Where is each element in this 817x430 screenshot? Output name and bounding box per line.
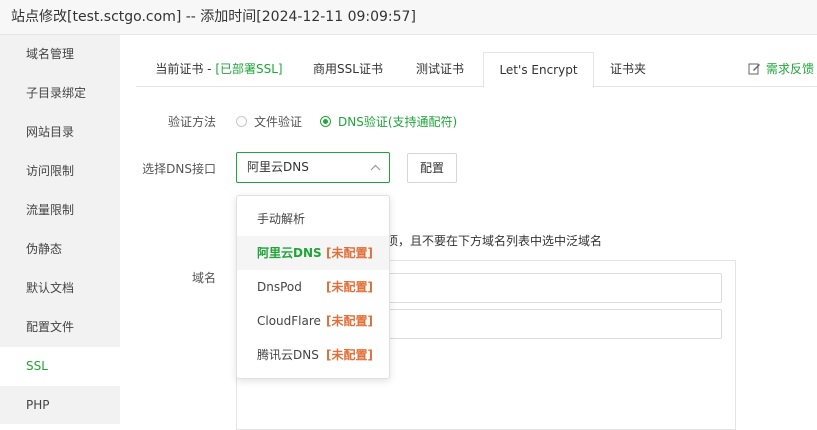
window-title: 站点修改[test.sctgo.com] -- 添加时间[2024-12-11 … <box>0 0 817 35</box>
unconfigured-badge: [未配置] <box>326 348 373 362</box>
sidebar-item-default-document[interactable]: 默认文档 <box>0 269 120 308</box>
dns-option-label: 腾讯云DNS <box>257 348 319 362</box>
dns-select[interactable]: 阿里云DNS <box>236 152 390 183</box>
radio-dot-checked <box>320 116 331 127</box>
sidebar-item-ssl[interactable]: SSL <box>0 347 120 386</box>
tab-letsencrypt[interactable]: Let's Encrypt <box>483 52 594 88</box>
tab-current-cert-label: 当前证书 - <box>155 62 216 76</box>
verify-method-label: 验证方法 <box>167 115 216 129</box>
dns-option-cloudflare[interactable]: CloudFlare [未配置] <box>237 304 389 338</box>
dns-interface-label: 选择DNS接口 <box>142 162 216 176</box>
dns-dropdown: 手动解析 阿里云DNS [未配置] DnsPod [未配置] CloudFlar… <box>236 195 390 379</box>
radio-dns-verify[interactable]: DNS验证(支持通配符) <box>320 113 457 130</box>
unconfigured-badge: [未配置] <box>326 280 373 294</box>
tab-commercial-ssl[interactable]: 商用SSL证书 <box>298 52 398 87</box>
dns-option-aliyun[interactable]: 阿里云DNS [未配置] <box>237 236 389 270</box>
dns-option-manual[interactable]: 手动解析 <box>237 202 389 236</box>
tab-test-cert[interactable]: 测试证书 <box>400 52 480 87</box>
radio-file-verify-label: 文件验证 <box>254 115 303 129</box>
dns-config-button[interactable]: 配置 <box>407 153 457 183</box>
dns-option-label: 阿里云DNS <box>257 246 322 260</box>
sidebar: 域名管理 子目录绑定 网站目录 访问限制 流量限制 伪静态 默认文档 配置文件 … <box>0 35 120 424</box>
radio-file-verify[interactable]: 文件验证 <box>236 113 302 130</box>
sidebar-item-traffic-limit[interactable]: 流量限制 <box>0 191 120 230</box>
domain-row-input[interactable] <box>374 309 722 339</box>
feedback-label: 需求反馈 <box>766 62 815 76</box>
sidebar-item-access-restriction[interactable]: 访问限制 <box>0 152 120 191</box>
dns-select-value: 阿里云DNS <box>247 160 309 174</box>
wildcard-note: 此项，且不要在下方域名列表中选中泛域名 <box>374 234 603 248</box>
ssl-tabs: 当前证书 - [已部署SSL] 商用SSL证书 测试证书 Let's Encry… <box>136 52 817 88</box>
sidebar-item-php[interactable]: PHP <box>0 386 120 425</box>
sidebar-item-site-directory[interactable]: 网站目录 <box>0 113 120 152</box>
tab-cert-folder[interactable]: 证书夹 <box>598 52 658 87</box>
dns-option-label: DnsPod <box>257 280 302 294</box>
unconfigured-badge: [未配置] <box>326 246 373 260</box>
ssl-deployed-badge: [已部署SSL] <box>215 62 283 76</box>
sidebar-item-domain-management[interactable]: 域名管理 <box>0 35 120 74</box>
sidebar-item-subdirectory-binding[interactable]: 子目录绑定 <box>0 74 120 113</box>
domain-row-input[interactable] <box>374 273 722 303</box>
radio-dot <box>236 116 247 127</box>
domain-label: 域名 <box>191 271 216 285</box>
radio-dns-verify-label: DNS验证(支持通配符) <box>338 115 458 129</box>
edit-icon <box>748 63 760 75</box>
chevron-up-icon <box>370 164 381 171</box>
sidebar-item-rewrite[interactable]: 伪静态 <box>0 230 120 269</box>
dns-option-label: 手动解析 <box>257 212 306 226</box>
dns-option-dnspod[interactable]: DnsPod [未配置] <box>237 270 389 304</box>
dns-option-tencent[interactable]: 腾讯云DNS [未配置] <box>237 338 389 372</box>
tab-current-cert[interactable]: 当前证书 - [已部署SSL] <box>144 52 294 87</box>
feedback-link[interactable]: 需求反馈 <box>748 60 814 77</box>
sidebar-item-config-file[interactable]: 配置文件 <box>0 308 120 347</box>
dns-option-label: CloudFlare <box>257 314 321 328</box>
unconfigured-badge: [未配置] <box>326 314 373 328</box>
